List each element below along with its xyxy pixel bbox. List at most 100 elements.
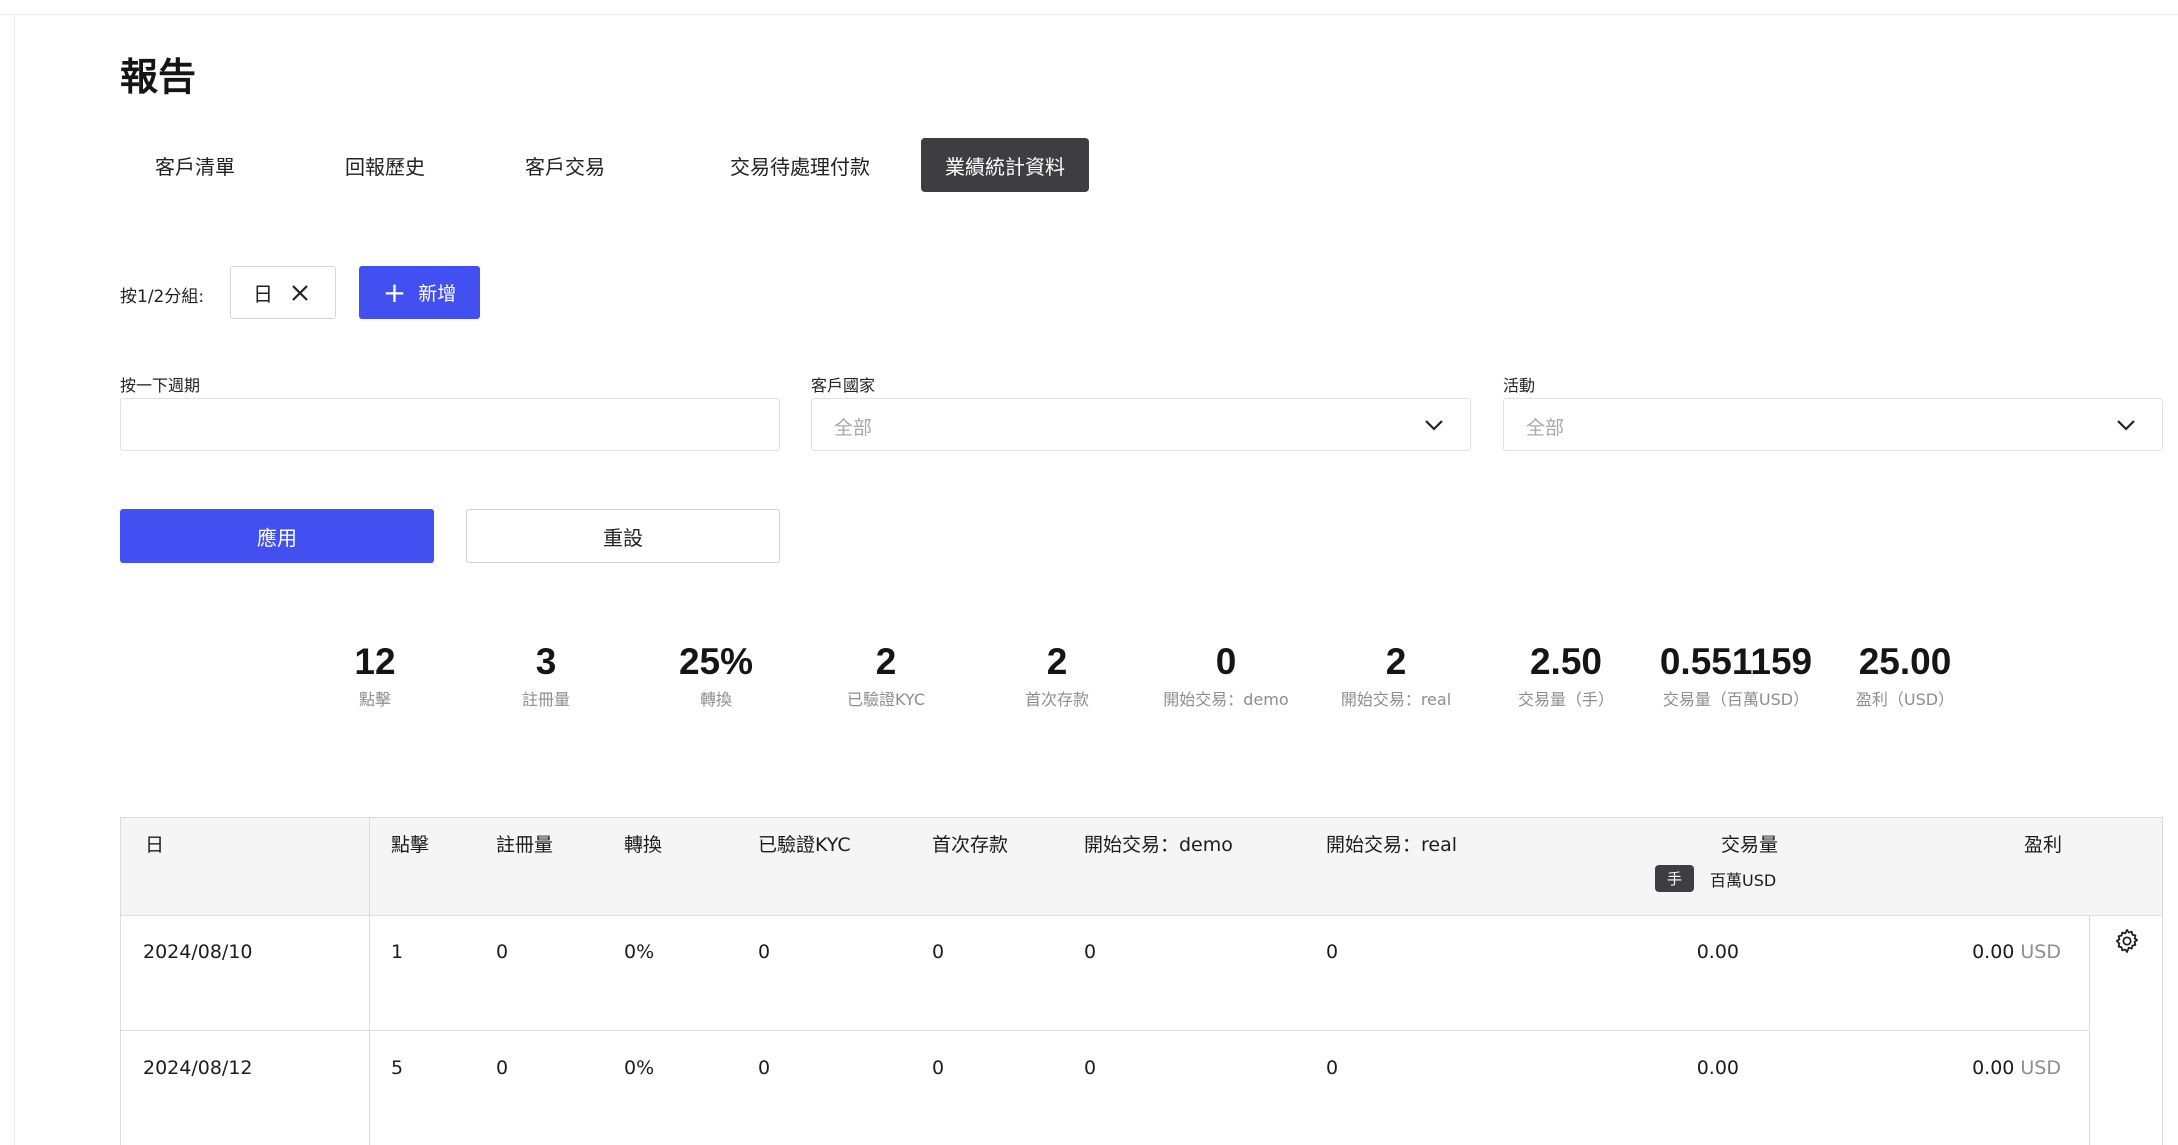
apply-button[interactable]: 應用 [120, 509, 434, 563]
header-registrations[interactable]: 註冊量 [496, 830, 553, 857]
chevron-down-icon [1425, 420, 1443, 431]
top-divider [0, 14, 2178, 15]
stat-kyc: 2 已驗證KYC [791, 640, 981, 710]
cell-clicks: 1 [391, 941, 404, 963]
stat-registrations: 3 註冊量 [451, 640, 641, 710]
stat-start-demo: 0 開始交易：demo [1131, 640, 1321, 710]
add-group-label: 新增 [418, 283, 457, 305]
period-label: 按一下週期 [120, 376, 201, 395]
stat-conversion: 25% 轉換 [621, 640, 811, 710]
unit-musd-option[interactable]: 百萬USD [1710, 867, 1776, 891]
cell-volume: 0.00 [1696, 941, 1739, 963]
cell-profit: 0.00 USD [1972, 941, 2061, 963]
country-select[interactable]: 全部 [811, 398, 1471, 451]
stat-start-real: 2 開始交易：real [1301, 640, 1491, 710]
cell-ftd: 0 [932, 941, 945, 963]
cell-ftd: 0 [932, 1057, 945, 1079]
stat-value: 2.50 [1529, 641, 1602, 682]
stat-value: 2 [1385, 641, 1407, 682]
plus-icon: + [382, 275, 407, 309]
group-by-label: 按1/2分組: [120, 287, 205, 307]
campaign-value: 全部 [1526, 417, 1565, 439]
action-column-divider [2089, 915, 2090, 1145]
stat-label: 交易量（百萬USD） [1662, 690, 1810, 710]
tab-client-trades[interactable]: 客戶交易 [475, 138, 655, 192]
cell-registrations: 0 [496, 1057, 509, 1079]
cell-kyc: 0 [758, 1057, 771, 1079]
cell-conversion: 0% [624, 941, 655, 963]
cell-start-demo: 0 [1084, 941, 1097, 963]
profit-currency: USD [2020, 1057, 2061, 1079]
cell-profit: 0.00 USD [1972, 1057, 2061, 1079]
cell-clicks: 5 [391, 1057, 404, 1079]
page-title: 報告 [120, 55, 197, 99]
stat-profit: 25.00 盈利（USD） [1810, 640, 2000, 710]
tab-pending-payments[interactable]: 交易待處理付款 [675, 138, 925, 192]
stat-label: 交易量（手） [1517, 690, 1614, 710]
stat-label: 開始交易：real [1340, 690, 1452, 710]
group-chip-label: 日 [253, 282, 273, 306]
stats-table: 日 點擊 註冊量 轉換 已驗證KYC 首次存款 開始交易：demo 開始交易：r… [120, 817, 2163, 1145]
stat-value: 2 [875, 641, 897, 682]
cell-volume: 0.00 [1696, 1057, 1739, 1079]
stat-volume-lots: 2.50 交易量（手） [1471, 640, 1661, 710]
header-volume[interactable]: 交易量 [1721, 830, 1778, 857]
cell-registrations: 0 [496, 941, 509, 963]
profit-value: 0.00 [1972, 1057, 2015, 1079]
stat-label: 點擊 [358, 690, 391, 710]
cell-date: 2024/08/12 [143, 1057, 253, 1079]
add-group-button[interactable]: + 新增 [359, 266, 480, 319]
stat-label: 轉換 [699, 690, 732, 710]
cell-date: 2024/08/10 [143, 941, 253, 963]
cell-conversion: 0% [624, 1057, 655, 1079]
stat-value: 0.551159 [1659, 641, 1813, 682]
table-row: 2024/08/10 1 0 0% 0 0 0 0 0.00 0.00 USD [121, 915, 2089, 1031]
volume-unit-toggle: 手 百萬USD [1655, 865, 1776, 892]
header-day[interactable]: 日 [145, 830, 164, 857]
profit-value: 0.00 [1972, 941, 2015, 963]
close-icon[interactable] [289, 282, 311, 304]
table-header: 日 點擊 註冊量 轉換 已驗證KYC 首次存款 開始交易：demo 開始交易：r… [121, 818, 2162, 916]
table-row: 2024/08/12 5 0 0% 0 0 0 0 0.00 0.00 USD [121, 1031, 2089, 1145]
stat-value: 2 [1046, 641, 1068, 682]
stat-label: 註冊量 [521, 690, 570, 710]
stat-value: 25% [678, 641, 754, 682]
stat-clicks: 12 點擊 [280, 640, 470, 710]
cell-start-real: 0 [1326, 1057, 1339, 1079]
header-start-demo[interactable]: 開始交易：demo [1084, 830, 1233, 857]
country-label: 客戶國家 [811, 376, 876, 395]
tab-report-history[interactable]: 回報歷史 [280, 138, 490, 192]
stat-value: 3 [535, 641, 557, 682]
header-conversion[interactable]: 轉換 [624, 830, 662, 857]
header-kyc[interactable]: 已驗證KYC [758, 830, 851, 857]
stat-label: 首次存款 [1024, 690, 1089, 710]
stat-value: 12 [354, 641, 396, 682]
period-field[interactable] [120, 398, 780, 451]
header-clicks[interactable]: 點擊 [391, 830, 429, 857]
unit-lots-option[interactable]: 手 [1655, 865, 1695, 892]
cell-start-real: 0 [1326, 941, 1339, 963]
gear-icon[interactable] [2114, 928, 2140, 954]
chevron-down-icon [2117, 420, 2135, 431]
stat-label: 盈利（USD） [1855, 690, 1955, 710]
header-profit[interactable]: 盈利 [2024, 830, 2062, 857]
cell-start-demo: 0 [1084, 1057, 1097, 1079]
stat-value: 25.00 [1858, 641, 1952, 682]
profit-currency: USD [2020, 941, 2061, 963]
cell-kyc: 0 [758, 941, 771, 963]
stat-label: 開始交易：demo [1163, 690, 1289, 710]
tab-performance-stats[interactable]: 業績統計資料 [921, 138, 1089, 192]
group-chip-day[interactable]: 日 [230, 266, 336, 319]
campaign-select[interactable]: 全部 [1503, 398, 2163, 451]
campaign-label: 活動 [1503, 376, 1536, 395]
stat-value: 0 [1215, 641, 1237, 682]
country-value: 全部 [834, 417, 873, 439]
reset-button[interactable]: 重設 [466, 509, 780, 563]
stat-label: 已驗證KYC [847, 690, 925, 710]
header-ftd[interactable]: 首次存款 [932, 830, 1008, 857]
tab-client-list[interactable]: 客戶清單 [120, 138, 270, 192]
stat-ftd: 2 首次存款 [962, 640, 1152, 710]
left-divider [14, 14, 15, 1145]
stat-volume-musd: 0.551159 交易量（百萬USD） [1641, 640, 1831, 710]
header-start-real[interactable]: 開始交易：real [1326, 830, 1457, 857]
